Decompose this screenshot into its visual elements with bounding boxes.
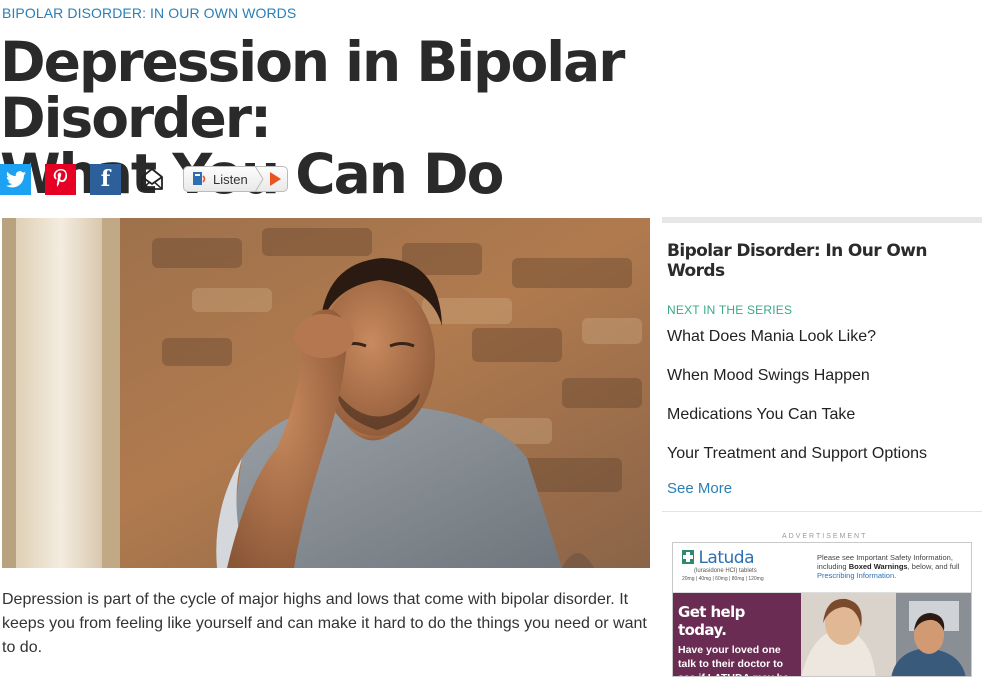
- ad-header: Latuda (lurasidone HCl) tablets 20mg | 4…: [673, 543, 971, 593]
- listen-label: Listen: [213, 171, 248, 187]
- chevron-divider-icon: [254, 166, 264, 192]
- ad-brand-sub: (lurasidone HCl) tablets: [694, 568, 757, 574]
- share-bar: f Listen: [0, 163, 288, 195]
- sidebar-top-bar: [662, 217, 982, 223]
- advertisement-banner[interactable]: Latuda (lurasidone HCl) tablets 20mg | 4…: [672, 542, 972, 677]
- series-item-mood-swings[interactable]: When Mood Swings Happen: [667, 362, 982, 401]
- see-more-link[interactable]: See More: [667, 480, 732, 497]
- facebook-icon: f: [100, 166, 111, 192]
- speaker-icon: [193, 172, 206, 185]
- ad-safety-end: .: [894, 571, 897, 580]
- ad-message-panel: Get help today. Have your loved one talk…: [673, 593, 801, 676]
- series-item-treatment[interactable]: Your Treatment and Support Options: [667, 440, 982, 479]
- series-list: What Does Mania Look Like? When Mood Swi…: [667, 323, 982, 479]
- brand-mark-icon: [682, 550, 694, 564]
- ad-headline: Get help today.: [678, 603, 745, 639]
- twitter-icon: [5, 170, 26, 187]
- ad-doses: 20mg | 40mg | 60mg | 80mg | 120mg: [682, 576, 764, 582]
- hero-image: [2, 218, 650, 568]
- ad-body: Get help today. Have your loved one talk…: [673, 593, 971, 676]
- pinterest-share-button[interactable]: [45, 163, 76, 195]
- ad-safety-mid: , below, and full: [907, 562, 960, 571]
- depressed-man-photo: [2, 218, 650, 568]
- series-item-mania[interactable]: What Does Mania Look Like?: [667, 323, 982, 362]
- section-kicker-link[interactable]: BIPOLAR DISORDER: IN OUR OWN WORDS: [2, 5, 296, 21]
- ad-photo: [801, 593, 971, 676]
- headline-line-1: Depression in Bipolar Disorder:: [0, 30, 625, 150]
- envelope-icon[interactable]: [139, 166, 165, 192]
- advertisement-label: ADVERTISEMENT: [782, 533, 868, 540]
- play-icon[interactable]: [269, 172, 281, 186]
- ad-body-text: Have your loved one talk to their doctor…: [678, 644, 789, 676]
- series-sidebar: Bipolar Disorder: In Our Own Words NEXT …: [662, 217, 982, 512]
- ad-prescribing-link[interactable]: Prescribing Information: [817, 571, 894, 580]
- listen-button[interactable]: Listen: [183, 166, 288, 192]
- facebook-share-button[interactable]: f: [90, 163, 121, 195]
- ad-brand-name: Latuda: [698, 548, 754, 568]
- ad-brand-logo: Latuda (lurasidone HCl) tablets 20mg | 4…: [682, 548, 764, 582]
- ad-safety-text: Please see Important Safety Information,…: [817, 553, 967, 580]
- article-intro: Depression is part of the cycle of major…: [2, 591, 647, 656]
- series-title: Bipolar Disorder: In Our Own Words: [667, 241, 927, 281]
- series-item-medications[interactable]: Medications You Can Take: [667, 401, 982, 440]
- next-in-series-label: NEXT IN THE SERIES: [667, 303, 793, 317]
- ad-safety-bold: Boxed Warnings: [848, 562, 908, 571]
- sidebar-divider: [662, 511, 982, 512]
- pinterest-icon: [53, 169, 67, 187]
- twitter-share-button[interactable]: [0, 163, 31, 195]
